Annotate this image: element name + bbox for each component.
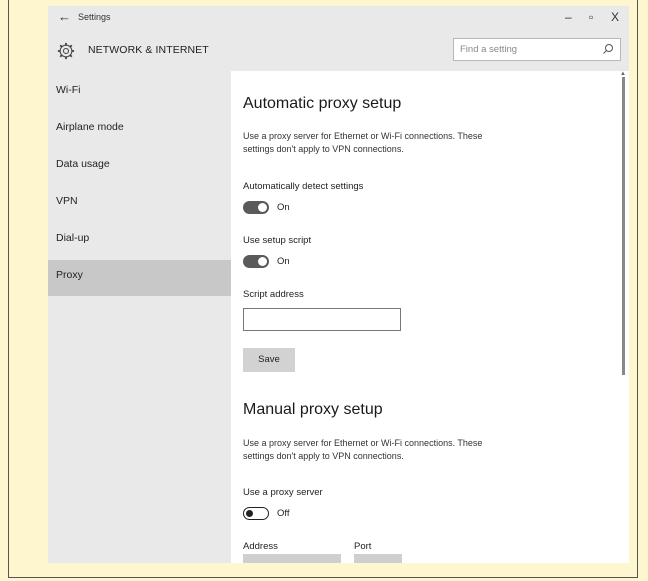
address-input[interactable] xyxy=(243,554,341,563)
setup-script-toggle[interactable] xyxy=(243,255,269,268)
proxy-settings-pane: ▲ Automatic proxy setup Use a proxy serv… xyxy=(231,71,629,563)
use-proxy-state: Off xyxy=(277,508,290,519)
sidebar-item-label: Data usage xyxy=(56,158,110,170)
page-header: NETWORK & INTERNET xyxy=(48,30,629,71)
gear-icon xyxy=(57,42,75,60)
automatic-proxy-heading: Automatic proxy setup xyxy=(243,95,402,112)
manual-proxy-heading: Manual proxy setup xyxy=(243,401,383,418)
settings-window: ← Settings – ▫ X NETWORK & INTERNET Find… xyxy=(48,6,629,563)
auto-detect-toggle[interactable] xyxy=(243,201,269,214)
sidebar-item-label: Proxy xyxy=(56,269,83,281)
sidebar-item-label: Dial-up xyxy=(56,232,90,244)
use-proxy-label: Use a proxy server xyxy=(243,487,323,498)
minimize-button[interactable]: – xyxy=(565,10,572,24)
toggle-knob xyxy=(258,257,267,266)
page-title: NETWORK & INTERNET xyxy=(88,44,209,56)
sidebar-item-proxy[interactable]: Proxy xyxy=(48,260,231,296)
scrollbar-thumb[interactable] xyxy=(622,77,625,375)
port-label: Port xyxy=(354,541,372,552)
maximize-button[interactable]: ▫ xyxy=(589,10,593,24)
sidebar-item-data-usage[interactable]: Data usage xyxy=(48,149,231,185)
sidebar-nav: Wi-Fi Airplane mode Data usage VPN Dial-… xyxy=(48,71,231,563)
save-button[interactable]: Save xyxy=(243,348,295,372)
port-input[interactable] xyxy=(354,554,402,563)
address-label: Address xyxy=(243,541,278,552)
toggle-knob xyxy=(246,509,253,517)
setup-script-state: On xyxy=(277,256,290,267)
automatic-proxy-description: Use a proxy server for Ethernet or Wi-Fi… xyxy=(243,131,483,154)
script-address-label: Script address xyxy=(243,289,304,300)
back-arrow-icon[interactable]: ← xyxy=(58,9,71,24)
search-box[interactable] xyxy=(453,38,621,61)
auto-detect-label: Automatically detect settings xyxy=(243,181,364,192)
auto-detect-state: On xyxy=(277,202,290,213)
sidebar-item-dial-up[interactable]: Dial-up xyxy=(48,223,231,259)
setup-script-label: Use setup script xyxy=(243,235,312,246)
sidebar-item-label: Wi-Fi xyxy=(56,84,81,96)
sidebar-item-label: Airplane mode xyxy=(56,121,124,133)
manual-proxy-description: Use a proxy server for Ethernet or Wi-Fi… xyxy=(243,438,483,461)
sidebar-item-airplane-mode[interactable]: Airplane mode xyxy=(48,112,231,148)
script-address-input[interactable] xyxy=(243,308,401,331)
title-bar: ← Settings – ▫ X xyxy=(48,6,629,30)
window-title: Settings xyxy=(78,12,111,22)
toggle-knob xyxy=(258,203,267,212)
sidebar-item-label: VPN xyxy=(56,195,78,207)
sidebar-item-wifi[interactable]: Wi-Fi xyxy=(48,75,231,111)
search-input[interactable] xyxy=(454,39,600,60)
close-button[interactable]: X xyxy=(611,10,619,24)
search-icon[interactable] xyxy=(602,43,614,55)
sidebar-item-vpn[interactable]: VPN xyxy=(48,186,231,222)
use-proxy-toggle[interactable] xyxy=(243,507,269,520)
